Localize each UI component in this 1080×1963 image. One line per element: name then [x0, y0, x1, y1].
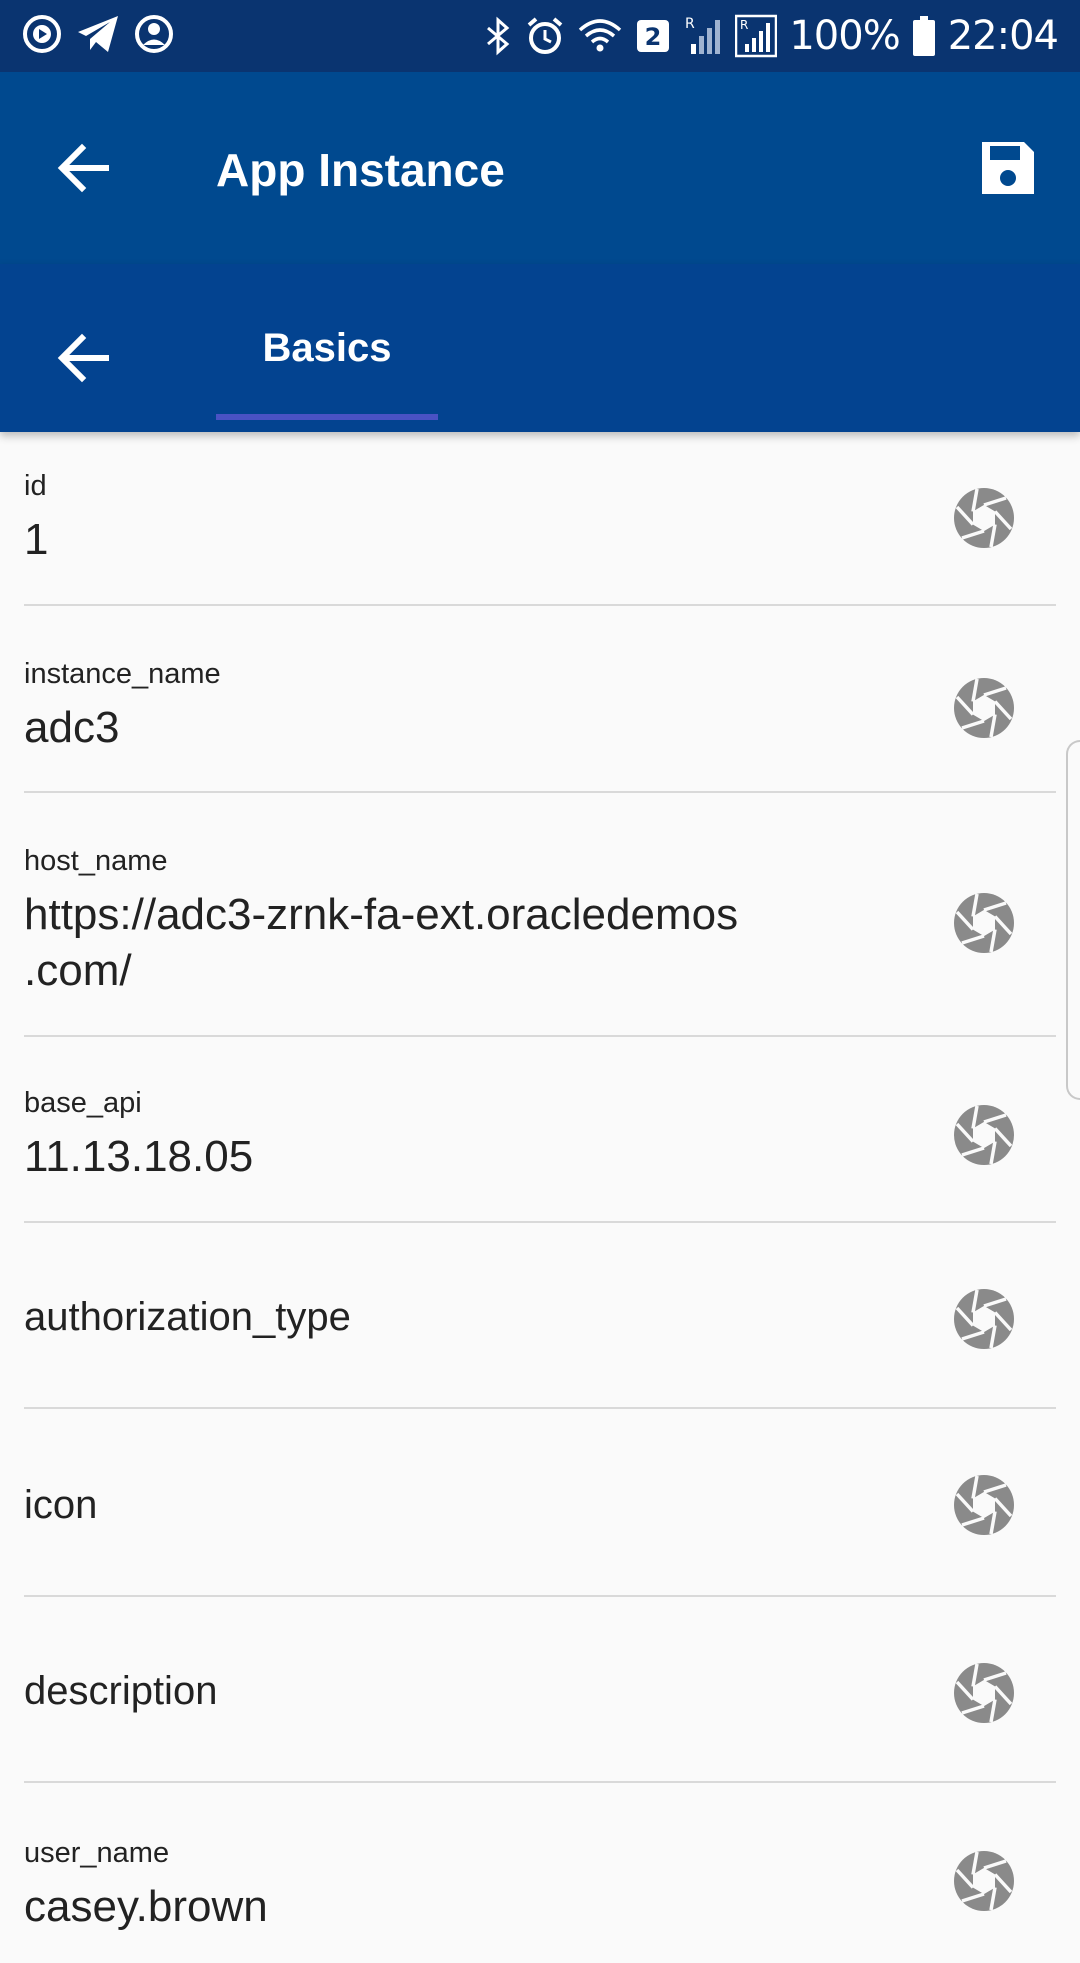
tab-label: Basics: [262, 326, 392, 370]
field-placeholder: authorization_type: [24, 1295, 351, 1339]
battery-icon: [912, 15, 936, 57]
tab-back-button[interactable]: [52, 326, 116, 390]
clock: 22:04: [947, 13, 1059, 59]
field-label: instance_name: [24, 658, 221, 690]
signal-r-boxed-icon: R: [735, 14, 778, 58]
field-authorization-type[interactable]: authorization_type: [24, 1223, 1056, 1409]
field-instance-name[interactable]: instance_name adc3: [24, 606, 1056, 793]
field-host-name[interactable]: host_name https://adc3-zrnk-fa-ext.oracl…: [24, 793, 1056, 1037]
tab-indicator: [216, 414, 438, 420]
field-value-line1: https://adc3-zrnk-fa-ext.oracledemos: [24, 890, 739, 939]
arrow-back-icon: [57, 143, 109, 193]
camera-shutter-icon[interactable]: [952, 1287, 1016, 1351]
field-value: 11.13.18.05: [24, 1132, 254, 1181]
field-label: base_api: [24, 1087, 142, 1119]
field-value: 1: [24, 515, 49, 564]
back-button[interactable]: [52, 136, 116, 200]
field-description[interactable]: description: [24, 1597, 1056, 1783]
field-value: casey.brown: [24, 1882, 268, 1931]
camera-shutter-icon[interactable]: [952, 891, 1016, 955]
tab-bar: Basics: [0, 264, 1080, 432]
battery-percentage: 100%: [789, 13, 900, 59]
camera-shutter-icon[interactable]: [952, 486, 1016, 550]
svg-text:R: R: [740, 18, 748, 32]
field-icon[interactable]: icon: [24, 1409, 1056, 1597]
play-circle-icon: [22, 14, 62, 54]
tab-basics[interactable]: Basics: [216, 264, 438, 432]
svg-text:2: 2: [645, 23, 662, 51]
alarm-icon: [525, 16, 565, 56]
field-label: user_name: [24, 1837, 170, 1869]
page-title: App Instance: [216, 144, 505, 196]
telegram-icon: [76, 14, 120, 54]
app-bar: App Instance: [0, 72, 1080, 264]
arrow-back-icon: [57, 333, 109, 383]
field-value: adc3: [24, 703, 120, 752]
camera-shutter-icon[interactable]: [952, 1103, 1016, 1167]
sim-2-badge-icon: 2: [635, 16, 671, 56]
field-label: host_name: [24, 845, 168, 877]
wifi-icon: [577, 16, 623, 56]
camera-shutter-icon[interactable]: [952, 1849, 1016, 1913]
camera-shutter-icon[interactable]: [952, 676, 1016, 740]
signal-r-icon: R: [683, 14, 723, 58]
field-value-line2: .com/: [24, 946, 132, 995]
camera-shutter-icon[interactable]: [952, 1661, 1016, 1725]
field-base-api[interactable]: base_api 11.13.18.05: [24, 1037, 1056, 1223]
field-list: id 1 instance_name adc3 host_name https:…: [0, 432, 1080, 1963]
field-label: id: [24, 470, 47, 502]
bluetooth-icon: [483, 16, 513, 56]
status-bar: 2 R R 100% 22:04: [0, 0, 1080, 72]
field-placeholder: description: [24, 1669, 218, 1713]
camera-shutter-icon[interactable]: [952, 1473, 1016, 1537]
svg-text:R: R: [685, 16, 695, 32]
field-user-name[interactable]: user_name casey.brown: [24, 1783, 1056, 1963]
save-button[interactable]: [976, 136, 1040, 200]
field-id[interactable]: id 1: [24, 432, 1056, 606]
save-icon: [982, 142, 1034, 194]
account-circle-icon: [134, 14, 174, 54]
field-placeholder: icon: [24, 1483, 98, 1527]
